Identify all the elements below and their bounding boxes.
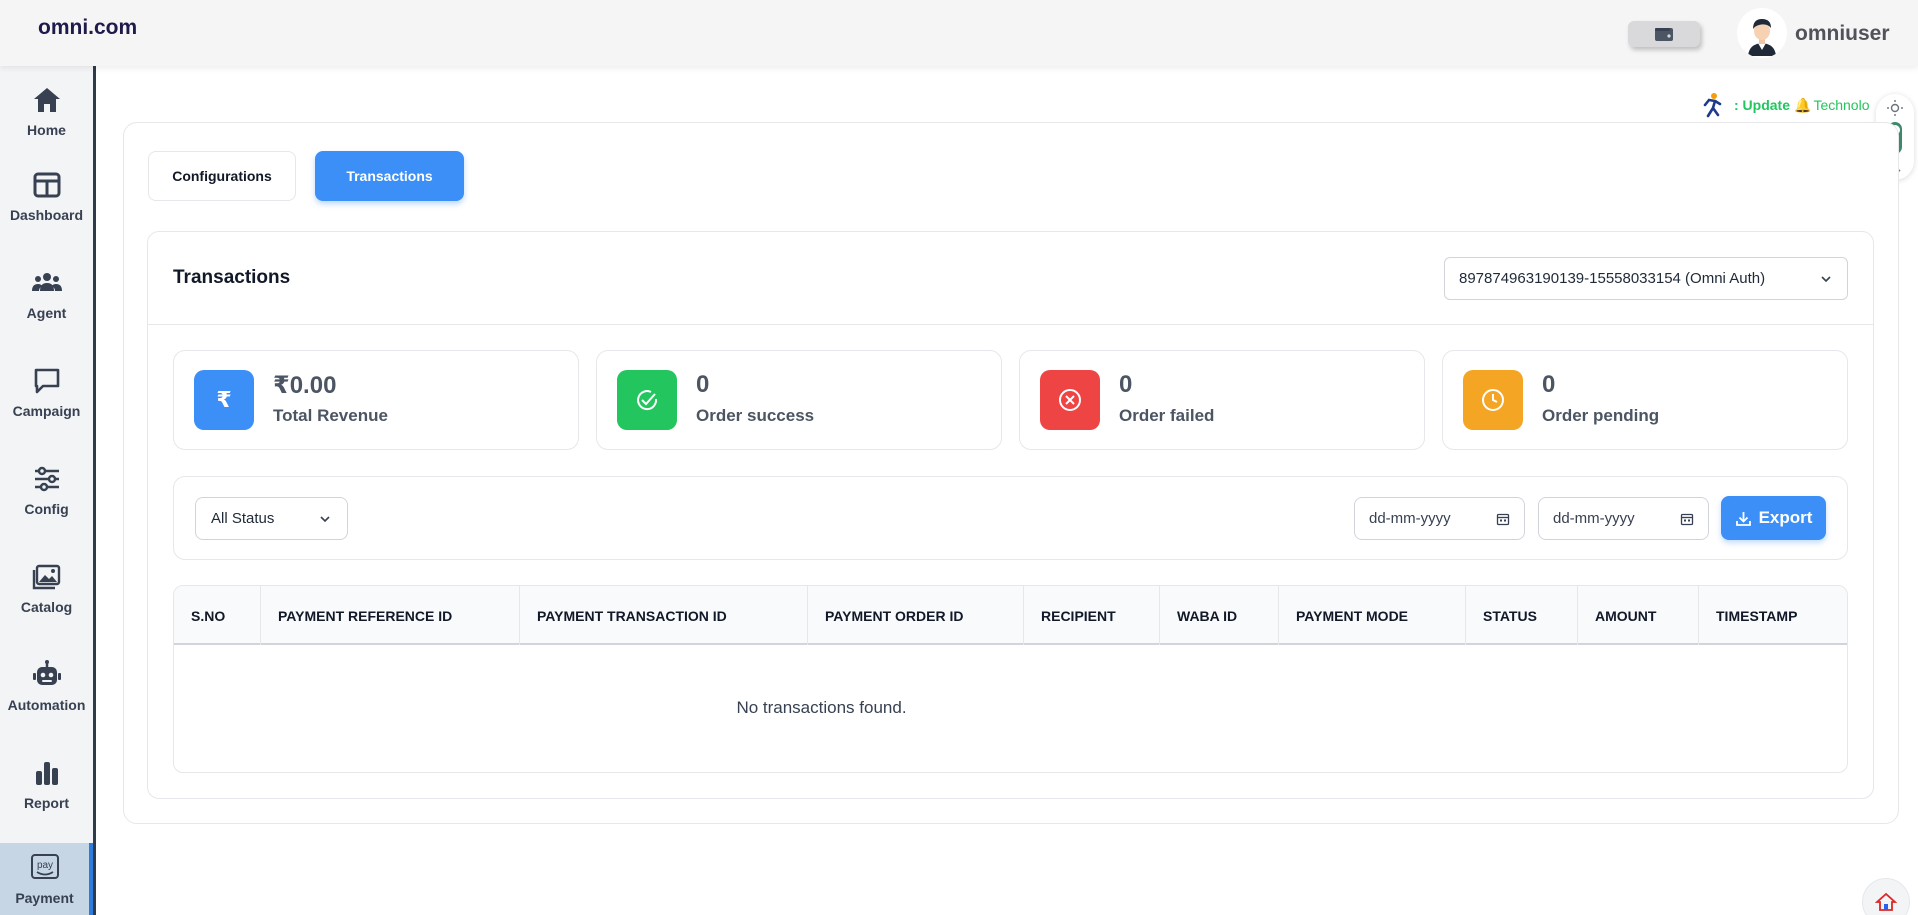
wallet-icon bbox=[1655, 28, 1673, 41]
sidebar-item-automation[interactable]: Automation bbox=[0, 645, 93, 727]
account-select[interactable]: 897874963190139-15558033154 (Omni Auth) bbox=[1444, 257, 1848, 300]
sidebar-item-catalog[interactable]: Catalog bbox=[0, 547, 93, 629]
stat-label: Order pending bbox=[1542, 406, 1660, 425]
image-icon bbox=[32, 564, 60, 590]
column-header[interactable]: PAYMENT ORDER ID bbox=[808, 586, 1024, 645]
export-label: Export bbox=[1758, 508, 1813, 527]
divider bbox=[148, 324, 1873, 325]
svg-text:pay: pay bbox=[36, 860, 52, 871]
stat-label: Order success bbox=[696, 406, 815, 425]
avatar[interactable] bbox=[1737, 8, 1787, 58]
user-avatar-icon bbox=[1737, 8, 1787, 58]
clock-icon bbox=[1463, 370, 1523, 430]
chevron-down-icon bbox=[320, 515, 330, 522]
stat-label: Total Revenue bbox=[273, 406, 388, 425]
sidebar-item-report[interactable]: Report bbox=[0, 743, 93, 825]
top-bar: omni.com omniuser bbox=[0, 0, 1918, 66]
update-banner[interactable]: : Update 🔔 Technolo bbox=[1700, 90, 1885, 120]
column-header[interactable]: RECIPIENT bbox=[1024, 586, 1160, 645]
sidebar-item-config[interactable]: Config bbox=[0, 449, 93, 531]
stat-value: ₹0.00 bbox=[273, 372, 337, 399]
runner-icon bbox=[1703, 93, 1722, 118]
date-to-placeholder: dd-mm-yyyy bbox=[1553, 510, 1635, 527]
sidebar-item-agent[interactable]: Agent bbox=[0, 253, 93, 335]
sidebar-item-label: Report bbox=[23, 795, 70, 811]
empty-state-message: No transactions found. bbox=[736, 698, 907, 717]
stat-card-revenue: ₹ ₹0.00 Total Revenue bbox=[173, 350, 579, 450]
home-alert-icon bbox=[1875, 892, 1897, 911]
brand-logo[interactable]: omni.com bbox=[38, 16, 137, 40]
home-icon bbox=[33, 88, 60, 112]
stat-label: Order failed bbox=[1119, 406, 1215, 425]
wallet-button[interactable] bbox=[1628, 21, 1700, 47]
stat-value: 0 bbox=[1542, 371, 1556, 398]
date-from-input[interactable]: dd-mm-yyyy bbox=[1354, 497, 1525, 540]
bar-chart-icon bbox=[35, 762, 58, 785]
panel-title: Transactions bbox=[173, 267, 291, 288]
date-to-input[interactable]: dd-mm-yyyy bbox=[1538, 497, 1709, 540]
bell-icon: 🔔 bbox=[1794, 96, 1812, 113]
sidebar-item-label: Dashboard bbox=[9, 207, 84, 223]
chat-icon bbox=[34, 368, 59, 394]
stat-card-failed: 0 Order failed bbox=[1019, 350, 1425, 450]
status-filter-value: All Status bbox=[211, 510, 275, 527]
stat-value: 0 bbox=[696, 371, 710, 398]
username[interactable]: omniuser bbox=[1795, 22, 1890, 46]
sidebar-item-dashboard[interactable]: Dashboard bbox=[0, 155, 93, 237]
table-header: S.NO PAYMENT REFERENCE ID PAYMENT TRANSA… bbox=[174, 586, 1847, 645]
sidebar-item-label: Agent bbox=[26, 305, 67, 321]
column-header[interactable]: TIMESTAMP bbox=[1699, 586, 1847, 645]
transactions-table: S.NO PAYMENT REFERENCE ID PAYMENT TRANSA… bbox=[173, 585, 1848, 773]
column-header[interactable]: S.NO bbox=[174, 586, 261, 645]
column-header[interactable]: PAYMENT TRANSACTION ID bbox=[520, 586, 808, 645]
stat-card-pending: 0 Order pending bbox=[1442, 350, 1848, 450]
sidebar-item-home[interactable]: Home bbox=[0, 70, 93, 152]
sidebar-item-label: Campaign bbox=[12, 403, 81, 419]
sidebar-item-campaign[interactable]: Campaign bbox=[0, 351, 93, 433]
floating-help-button[interactable] bbox=[1862, 878, 1910, 915]
column-header[interactable]: STATUS bbox=[1466, 586, 1578, 645]
check-circle-icon bbox=[617, 370, 677, 430]
sliders-icon bbox=[34, 466, 59, 492]
sidebar-item-label: Catalog bbox=[20, 599, 73, 615]
divider bbox=[174, 772, 1466, 773]
tab-transactions[interactable]: Transactions bbox=[315, 151, 464, 201]
stat-card-success: 0 Order success bbox=[596, 350, 1002, 450]
update-prefix: : Update bbox=[1734, 97, 1790, 113]
sidebar-item-label: Payment bbox=[15, 890, 74, 906]
dashboard-icon bbox=[33, 172, 60, 198]
column-header[interactable]: WABA ID bbox=[1160, 586, 1279, 645]
chevron-down-icon bbox=[1821, 275, 1831, 282]
update-text: Technolo bbox=[1813, 97, 1870, 113]
x-circle-icon bbox=[1040, 370, 1100, 430]
column-header[interactable]: PAYMENT REFERENCE ID bbox=[261, 586, 520, 645]
sidebar-item-label: Home bbox=[27, 122, 66, 138]
calendar-icon[interactable] bbox=[1680, 512, 1694, 526]
calendar-icon[interactable] bbox=[1496, 512, 1510, 526]
sidebar-item-payment[interactable]: pay Payment bbox=[0, 843, 93, 915]
stat-value: 0 bbox=[1119, 371, 1133, 398]
column-header[interactable]: PAYMENT MODE bbox=[1279, 586, 1466, 645]
amazon-pay-icon: pay bbox=[30, 854, 59, 879]
download-icon bbox=[1735, 511, 1751, 526]
export-button[interactable]: Export bbox=[1721, 496, 1826, 540]
sidebar: Home Dashboard Agent Campaign Config Cat… bbox=[0, 66, 96, 915]
rupee-icon: ₹ bbox=[194, 370, 254, 430]
tab-configurations[interactable]: Configurations bbox=[148, 151, 296, 201]
sidebar-item-label: Automation bbox=[7, 697, 86, 713]
agent-icon bbox=[31, 273, 62, 291]
date-from-placeholder: dd-mm-yyyy bbox=[1369, 510, 1451, 527]
status-filter-select[interactable]: All Status bbox=[195, 497, 348, 540]
account-select-value: 897874963190139-15558033154 (Omni Auth) bbox=[1459, 270, 1766, 287]
column-header[interactable]: AMOUNT bbox=[1578, 586, 1699, 645]
robot-icon bbox=[32, 660, 61, 685]
sidebar-item-label: Config bbox=[24, 501, 69, 517]
